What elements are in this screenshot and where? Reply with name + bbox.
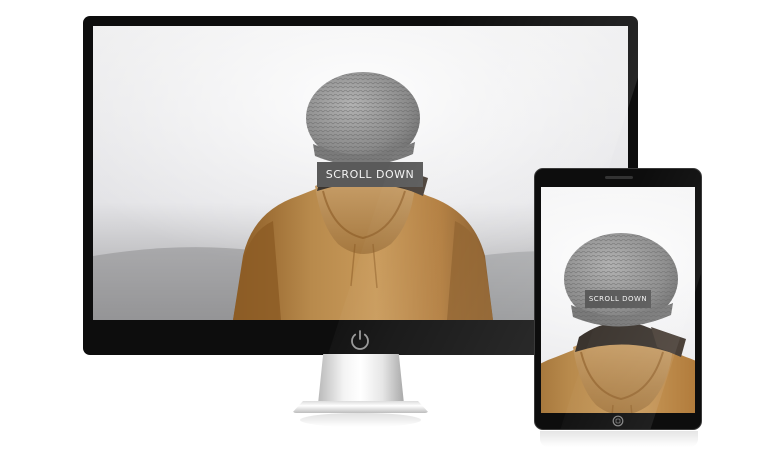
monitor-stand-base — [292, 401, 429, 413]
tablet-speaker — [605, 176, 633, 179]
tablet-device: SCROLL DOWN — [534, 168, 702, 430]
power-icon[interactable] — [347, 327, 373, 353]
monitor-stand-neck — [318, 354, 404, 404]
monitor-stand-shadow — [300, 413, 421, 427]
home-button-icon[interactable] — [612, 415, 624, 427]
tablet-reflection — [540, 431, 698, 447]
